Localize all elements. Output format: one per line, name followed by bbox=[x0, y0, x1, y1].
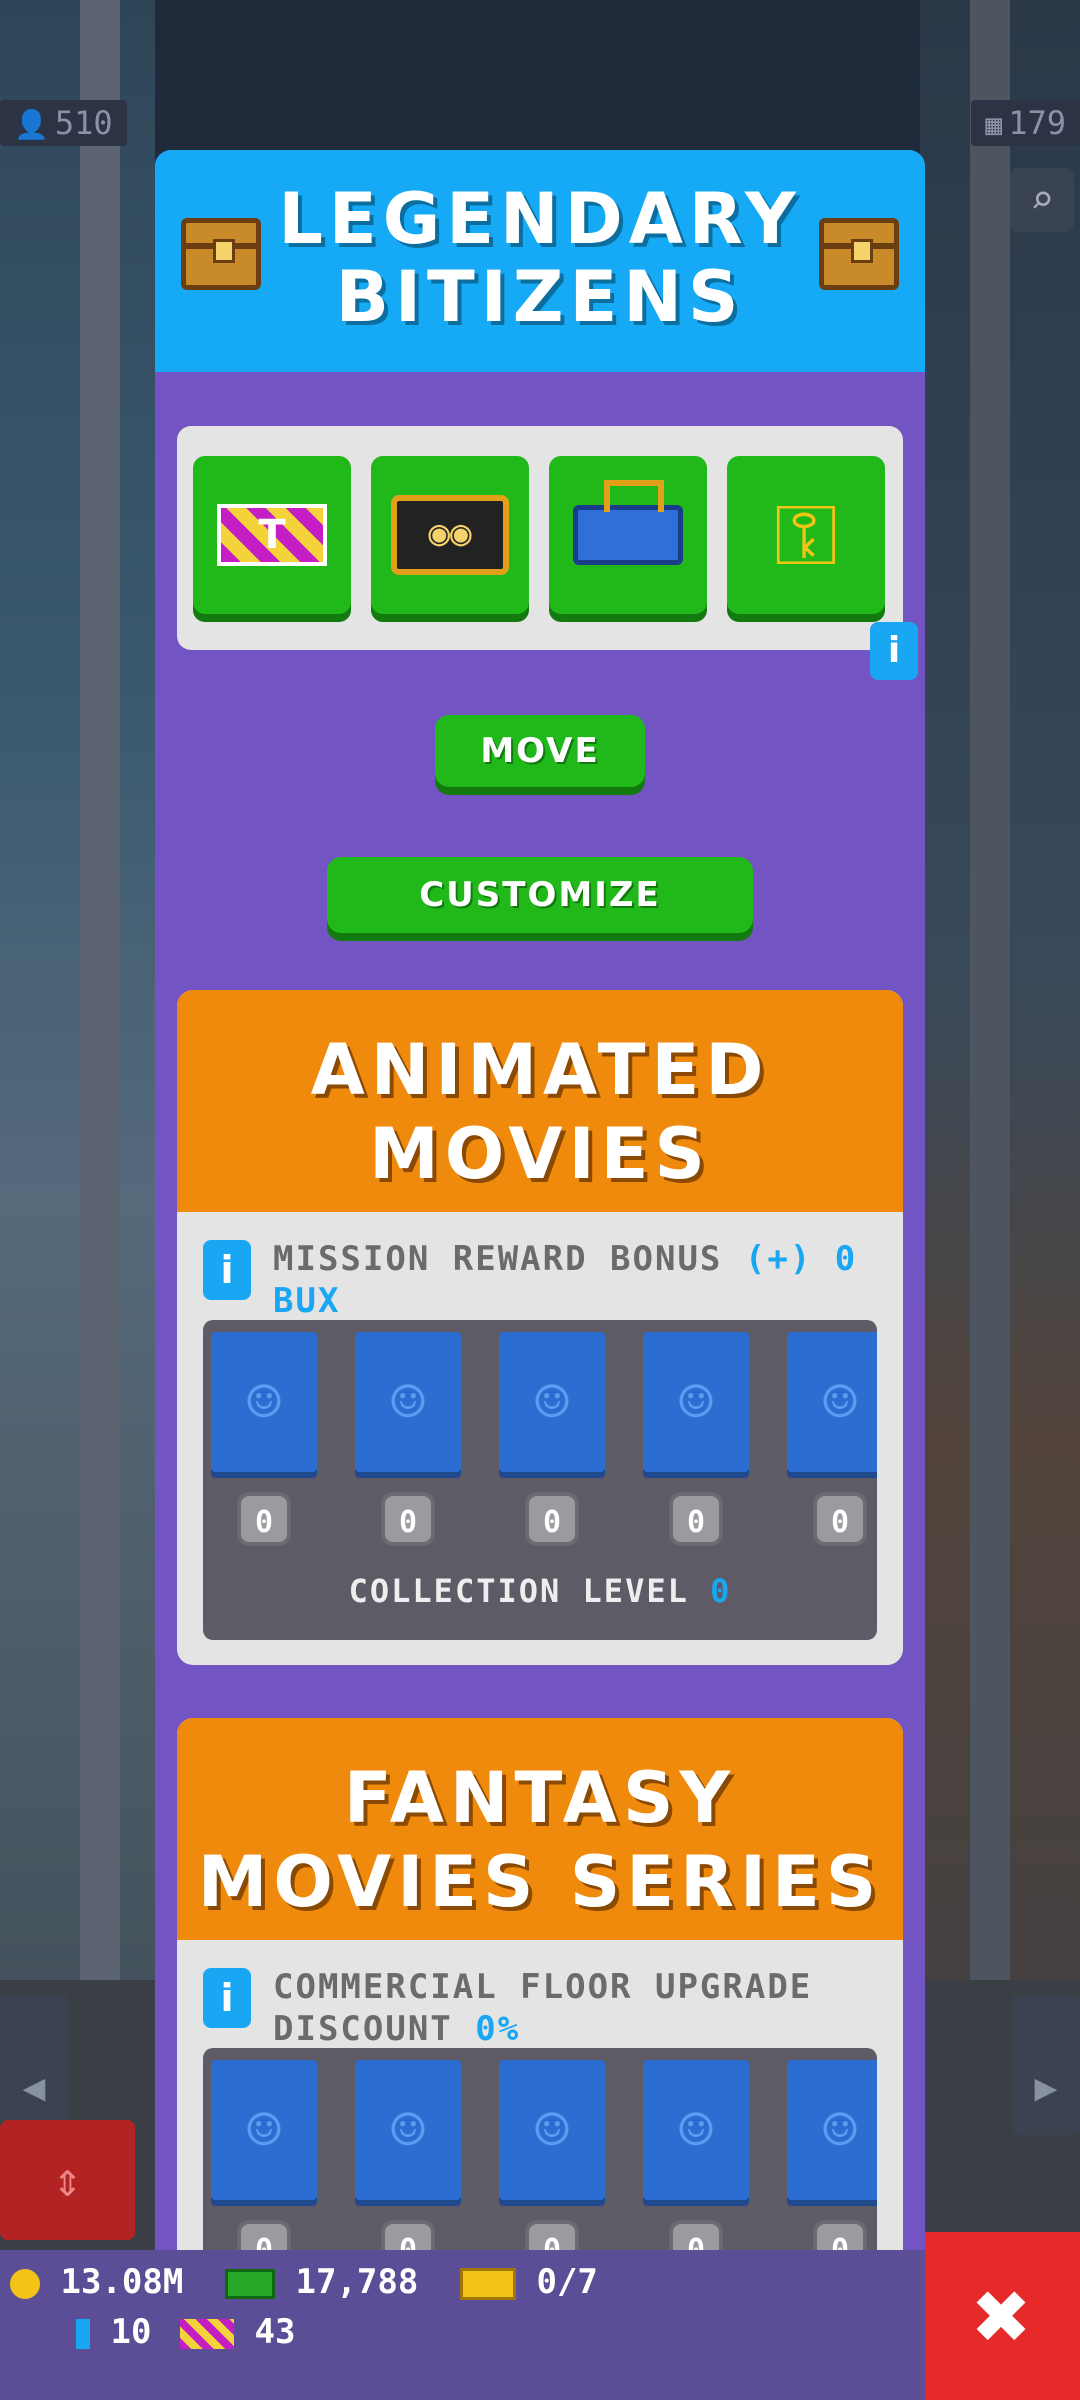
move-button[interactable]: MOVE bbox=[435, 715, 645, 787]
search-icon[interactable]: ⌕ bbox=[1010, 168, 1074, 232]
bitizen-card-locked[interactable]: ☺ bbox=[787, 2060, 877, 2200]
golden-ticket-icon bbox=[460, 2267, 516, 2300]
camera-icon: ◉◉ bbox=[391, 495, 509, 575]
card-level-badge: 0 bbox=[525, 2220, 579, 2250]
bitizen-card-locked[interactable]: ☺ bbox=[499, 2060, 605, 2200]
collection-bonus-text: MISSION REWARD BONUS (+) 0 BUX bbox=[273, 1239, 858, 1321]
basket-icon bbox=[573, 480, 683, 565]
vip-tickets-counter[interactable]: 43 bbox=[180, 2310, 295, 2354]
elevator-button[interactable]: ⇕ bbox=[0, 2120, 135, 2240]
resource-bar: 13.08M 17,788 0/7 10 43 bbox=[0, 2250, 925, 2400]
card-level-badge: 0 bbox=[813, 1492, 867, 1546]
collection-level: COLLECTION LEVEL 0 bbox=[348, 1572, 732, 1610]
bitizen-card-locked[interactable]: ☺ bbox=[499, 1332, 605, 1472]
customize-button[interactable]: CUSTOMIZE bbox=[327, 857, 753, 933]
card-level-badge: 0 bbox=[669, 1492, 723, 1546]
perks-info-button[interactable]: i bbox=[870, 622, 918, 680]
collection-title: FANTASY MOVIES SERIES bbox=[197, 1757, 883, 1923]
perk-basket[interactable] bbox=[549, 456, 707, 614]
treasure-chest-icon bbox=[819, 218, 899, 290]
panel-header: LEGENDARY BITIZENS bbox=[155, 150, 925, 372]
key-icon: ⚿ bbox=[774, 485, 838, 584]
bitizen-card-locked[interactable]: ☺ bbox=[355, 2060, 461, 2200]
bitizen-card-locked[interactable]: ☺ bbox=[211, 2060, 317, 2200]
perk-ticket[interactable]: T bbox=[193, 456, 351, 614]
bitizen-card-grid: ☺ ☺ ☺ ☺ ☺ 0 0 0 0 0 COLLECTION LEVEL 0 bbox=[203, 1320, 877, 1640]
collection-bonus-text: COMMERCIAL FLOOR UPGRADE DISCOUNT 0% bbox=[273, 1967, 813, 2049]
chevron-right-icon: ▶ bbox=[1034, 2065, 1058, 2109]
card-level-badge: 0 bbox=[669, 2220, 723, 2250]
coin-icon bbox=[10, 2268, 40, 2299]
panel-title: LEGENDARY BITIZENS bbox=[278, 178, 802, 338]
bitizen-card-locked[interactable]: ☺ bbox=[787, 1332, 877, 1472]
bitizen-card-locked[interactable]: ☺ bbox=[211, 1332, 317, 1472]
building-icon: ▦ bbox=[985, 108, 1003, 141]
population-counter[interactable]: 👤 510 bbox=[0, 100, 127, 146]
coins-counter[interactable]: 13.08M bbox=[10, 2260, 183, 2304]
treasure-chest-icon bbox=[181, 218, 261, 290]
legendary-bitizens-panel: LEGENDARY BITIZENS T ◉◉ ⚿ MOVE CUSTOMIZE… bbox=[155, 150, 925, 2250]
card-level-badge: 0 bbox=[381, 2220, 435, 2250]
bucks-counter[interactable]: 17,788 bbox=[225, 2260, 418, 2304]
perk-list: T ◉◉ ⚿ bbox=[177, 426, 903, 650]
close-icon: ✖ bbox=[973, 2260, 1032, 2372]
ticket-icon: T bbox=[217, 504, 327, 566]
card-level-badge: 0 bbox=[813, 2220, 867, 2250]
collection-animated-movies: ANIMATED MOVIES i MISSION REWARD BONUS (… bbox=[177, 990, 903, 1665]
card-level-badge: 0 bbox=[525, 1492, 579, 1546]
elevator-shaft-left bbox=[80, 0, 120, 1980]
card-level-badge: 0 bbox=[381, 1492, 435, 1546]
close-button[interactable]: ✖ bbox=[925, 2232, 1080, 2400]
collection-title: ANIMATED MOVIES bbox=[310, 1029, 770, 1195]
bitizen-card-locked[interactable]: ☺ bbox=[355, 1332, 461, 1472]
card-level-badge: 0 bbox=[237, 2220, 291, 2250]
bux-icon bbox=[76, 2318, 90, 2349]
bux-counter[interactable]: 10 bbox=[76, 2310, 151, 2354]
perk-camera[interactable]: ◉◉ bbox=[371, 456, 529, 614]
rotate-left-button[interactable]: ◀ bbox=[0, 1995, 68, 2135]
collection-header: ANIMATED MOVIES bbox=[177, 990, 903, 1212]
collection-header: FANTASY MOVIES SERIES bbox=[177, 1718, 903, 1940]
bucks-icon bbox=[225, 2268, 275, 2299]
elevator-shaft-right bbox=[970, 0, 1010, 1980]
golden-tickets-counter[interactable]: 0/7 bbox=[460, 2260, 598, 2304]
chevron-left-icon: ◀ bbox=[22, 2065, 46, 2109]
floor-counter[interactable]: ▦ 179 bbox=[971, 100, 1080, 146]
card-level-badge: 0 bbox=[237, 1492, 291, 1546]
bitizen-card-grid: ☺ ☺ ☺ ☺ ☺ 0 0 0 0 0 bbox=[203, 2048, 877, 2250]
perk-key[interactable]: ⚿ bbox=[727, 456, 885, 614]
vip-ticket-icon bbox=[180, 2318, 234, 2349]
collection-info-button[interactable]: i bbox=[203, 1240, 251, 1300]
up-down-icon: ⇕ bbox=[53, 2152, 82, 2208]
person-icon: 👤 bbox=[14, 108, 49, 141]
bitizen-card-locked[interactable]: ☺ bbox=[643, 2060, 749, 2200]
collection-info-button[interactable]: i bbox=[203, 1968, 251, 2028]
bitizen-card-locked[interactable]: ☺ bbox=[643, 1332, 749, 1472]
rotate-right-button[interactable]: ▶ bbox=[1012, 1995, 1080, 2135]
collection-fantasy-movies-series: FANTASY MOVIES SERIES i COMMERCIAL FLOOR… bbox=[177, 1718, 903, 2250]
